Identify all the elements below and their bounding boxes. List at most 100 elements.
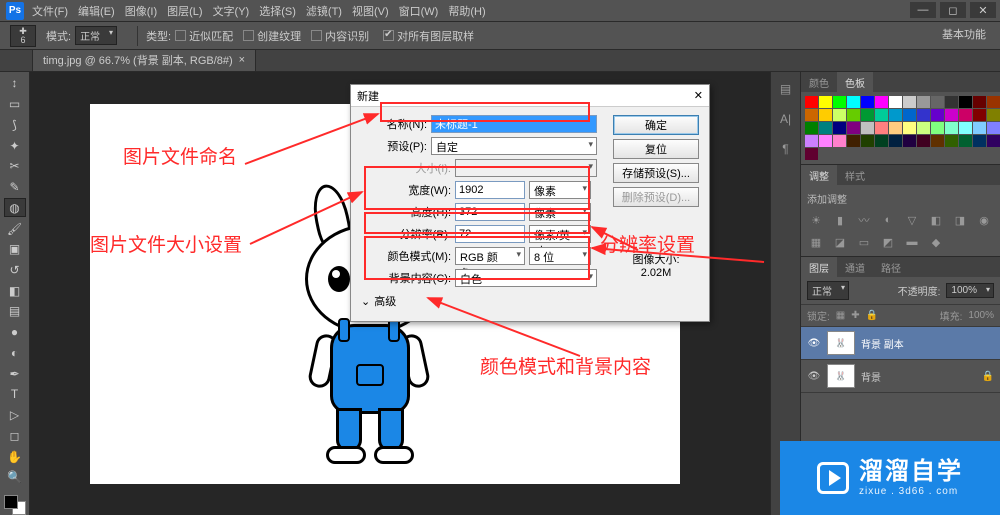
menu-window[interactable]: 窗口(W) xyxy=(399,3,439,19)
current-tool-icon[interactable]: ✚6 xyxy=(10,25,36,47)
move-tool-icon[interactable]: ↕ xyxy=(4,74,26,93)
reset-button[interactable]: 复位 xyxy=(613,139,699,159)
zoom-tool-icon[interactable]: 🔍 xyxy=(4,468,26,487)
close-button[interactable]: ✕ xyxy=(970,2,996,18)
layer-row-copy[interactable]: 👁 🐰 背景 副本 xyxy=(801,327,1000,360)
dialog-close-icon[interactable]: ✕ xyxy=(694,89,703,102)
dodge-tool-icon[interactable]: ◐ xyxy=(4,344,26,363)
swatch-cell[interactable] xyxy=(917,96,930,108)
hue-icon[interactable]: ◧ xyxy=(927,212,945,228)
channel-mixer-icon[interactable]: ▦ xyxy=(807,234,825,250)
swatch-cell[interactable] xyxy=(833,109,846,121)
swatch-cell[interactable] xyxy=(903,96,916,108)
wand-tool-icon[interactable]: ✦ xyxy=(4,136,26,155)
swatch-cell[interactable] xyxy=(889,96,902,108)
swatch-cell[interactable] xyxy=(847,135,860,147)
swatch-cell[interactable] xyxy=(959,135,972,147)
swatch-cell[interactable] xyxy=(889,122,902,134)
crop-tool-icon[interactable]: ✂ xyxy=(4,157,26,176)
blend-mode-dropdown[interactable]: 正常 xyxy=(807,281,849,300)
swatches-tab[interactable]: 色板 xyxy=(837,72,873,92)
swatch-cell[interactable] xyxy=(847,96,860,108)
menu-type[interactable]: 文字(Y) xyxy=(213,3,250,19)
menu-image[interactable]: 图像(I) xyxy=(125,3,157,19)
swatch-cell[interactable] xyxy=(847,122,860,134)
name-input[interactable] xyxy=(431,115,597,133)
advanced-toggle[interactable]: ⌄ 高级 xyxy=(361,293,605,309)
paths-tab[interactable]: 路径 xyxy=(873,257,909,277)
swatch-cell[interactable] xyxy=(931,135,944,147)
layer-row-bg[interactable]: 👁 🐰 背景 🔒 xyxy=(801,360,1000,393)
bitdepth-dropdown[interactable]: 8 位 xyxy=(529,247,591,265)
gradient-tool-icon[interactable]: ▤ xyxy=(4,302,26,321)
swatch-cell[interactable] xyxy=(805,96,818,108)
swatch-cell[interactable] xyxy=(959,122,972,134)
close-tab-icon[interactable]: × xyxy=(239,54,245,66)
swatch-cell[interactable] xyxy=(819,96,832,108)
resolution-input[interactable] xyxy=(455,225,525,243)
swatch-cell[interactable] xyxy=(819,135,832,147)
preset-dropdown[interactable]: 自定 xyxy=(431,137,597,155)
height-unit-dropdown[interactable]: 像素 xyxy=(529,203,591,221)
path-tool-icon[interactable]: ▷ xyxy=(4,406,26,425)
swatch-cell[interactable] xyxy=(889,109,902,121)
swatch-cell[interactable] xyxy=(805,109,818,121)
swatch-cell[interactable] xyxy=(875,122,888,134)
option-content-checkbox[interactable] xyxy=(311,30,322,41)
pen-tool-icon[interactable]: ✒ xyxy=(4,364,26,383)
document-tab[interactable]: timg.jpg @ 66.7% (背景 副本, RGB/8#) × xyxy=(32,48,256,71)
menu-help[interactable]: 帮助(H) xyxy=(448,3,485,19)
swatch-cell[interactable] xyxy=(819,109,832,121)
swatch-cell[interactable] xyxy=(973,109,986,121)
swatch-cell[interactable] xyxy=(833,135,846,147)
swatch-cell[interactable] xyxy=(987,122,1000,134)
character-panel-icon[interactable]: A| xyxy=(777,112,795,128)
swatch-cell[interactable] xyxy=(931,109,944,121)
brush-tool-icon[interactable]: 🖌 xyxy=(4,219,26,238)
workspace-label[interactable]: 基本功能 xyxy=(942,26,986,42)
swatch-cell[interactable] xyxy=(987,96,1000,108)
color-tab[interactable]: 颜色 xyxy=(801,72,837,92)
color-swatch[interactable] xyxy=(4,495,26,515)
swatch-cell[interactable] xyxy=(931,96,944,108)
eyedropper-tool-icon[interactable]: ✎ xyxy=(4,178,26,197)
layers-tab[interactable]: 图层 xyxy=(801,257,837,277)
save-preset-button[interactable]: 存储预设(S)... xyxy=(613,163,699,183)
bw-icon[interactable]: ◨ xyxy=(951,212,969,228)
swatch-cell[interactable] xyxy=(805,135,818,147)
swatch-cell[interactable] xyxy=(917,122,930,134)
swatch-cell[interactable] xyxy=(917,135,930,147)
menu-file[interactable]: 文件(F) xyxy=(32,3,68,19)
visibility-icon[interactable]: 👁 xyxy=(807,371,821,382)
swatch-cell[interactable] xyxy=(833,96,846,108)
styles-tab[interactable]: 样式 xyxy=(837,165,873,185)
swatch-cell[interactable] xyxy=(861,122,874,134)
swatch-cell[interactable] xyxy=(861,135,874,147)
gradient-map-icon[interactable]: ▬ xyxy=(903,234,921,250)
visibility-icon[interactable]: 👁 xyxy=(807,338,821,349)
levels-icon[interactable]: ▮ xyxy=(831,212,849,228)
menu-view[interactable]: 视图(V) xyxy=(352,3,389,19)
swatch-cell[interactable] xyxy=(903,122,916,134)
swatch-cell[interactable] xyxy=(861,96,874,108)
eraser-tool-icon[interactable]: ◧ xyxy=(4,281,26,300)
option-texture-checkbox[interactable] xyxy=(243,30,254,41)
fill-field[interactable]: 100% xyxy=(968,310,994,321)
background-dropdown[interactable]: 白色 xyxy=(455,269,597,287)
width-input[interactable] xyxy=(455,181,525,199)
swatches-grid[interactable] xyxy=(801,92,1000,164)
selective-color-icon[interactable]: ◆ xyxy=(927,234,945,250)
menu-layer[interactable]: 图层(L) xyxy=(167,3,202,19)
menu-edit[interactable]: 编辑(E) xyxy=(78,3,115,19)
swatch-cell[interactable] xyxy=(903,135,916,147)
ok-button[interactable]: 确定 xyxy=(613,115,699,135)
swatch-cell[interactable] xyxy=(875,109,888,121)
shape-tool-icon[interactable]: ◻ xyxy=(4,426,26,445)
width-unit-dropdown[interactable]: 像素 xyxy=(529,181,591,199)
lasso-tool-icon[interactable]: ⟆ xyxy=(4,115,26,134)
swatch-cell[interactable] xyxy=(903,109,916,121)
channels-tab[interactable]: 通道 xyxy=(837,257,873,277)
swatch-cell[interactable] xyxy=(973,96,986,108)
swatch-cell[interactable] xyxy=(945,122,958,134)
swatch-cell[interactable] xyxy=(945,96,958,108)
